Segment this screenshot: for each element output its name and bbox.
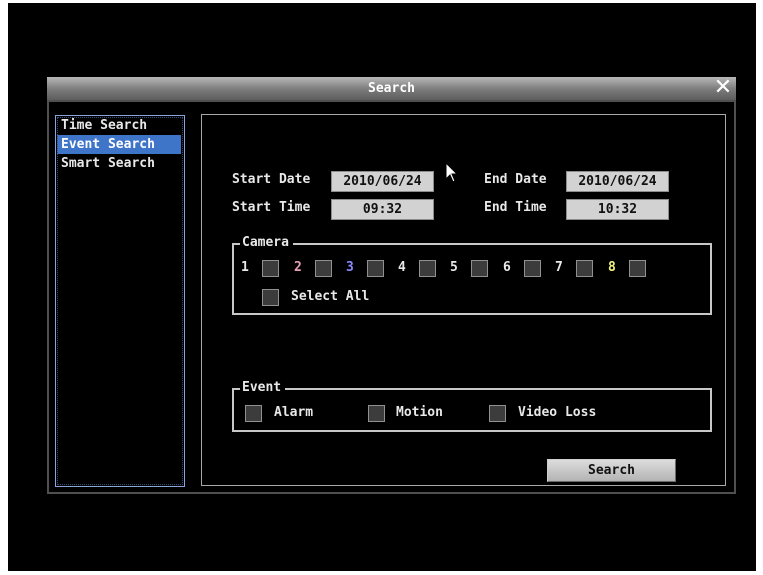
camera-5-label: 5 xyxy=(450,260,458,275)
event-group-title: Event xyxy=(240,380,286,396)
camera-6-checkbox[interactable] xyxy=(524,260,541,277)
camera-8-label: 8 xyxy=(608,260,616,275)
select-all-label: Select All xyxy=(291,289,370,304)
camera-group-title: Camera xyxy=(240,235,293,251)
camera-5-checkbox[interactable] xyxy=(471,260,488,277)
start-date-field[interactable]: 2010/06/24 xyxy=(331,171,434,192)
camera-group: Camera 1 2 3 4 5 6 7 8 Select All xyxy=(232,235,712,315)
end-date-field[interactable]: 2010/06/24 xyxy=(566,171,669,192)
start-date-label: Start Date xyxy=(232,172,311,187)
search-mode-list: Time Search Event Search Smart Search xyxy=(55,115,185,487)
close-icon[interactable]: ✕ xyxy=(713,76,733,100)
search-button-label: Search xyxy=(588,463,635,478)
event-search-panel: Start Date 2010/06/24 End Date 2010/06/2… xyxy=(201,114,726,486)
camera-4-checkbox[interactable] xyxy=(419,260,436,277)
video-loss-label: Video Loss xyxy=(518,405,597,420)
end-date-label: End Date xyxy=(484,172,547,187)
alarm-checkbox[interactable] xyxy=(245,405,262,422)
camera-3-label: 3 xyxy=(346,260,354,275)
sidebar-item-time-search[interactable]: Time Search xyxy=(57,116,181,135)
motion-label: Motion xyxy=(396,405,443,420)
sidebar-item-label: Time Search xyxy=(61,118,148,133)
sidebar-item-event-search[interactable]: Event Search xyxy=(57,135,181,154)
motion-checkbox[interactable] xyxy=(368,405,385,422)
alarm-label: Alarm xyxy=(274,405,314,420)
sidebar-item-label: Smart Search xyxy=(61,156,155,171)
camera-7-checkbox[interactable] xyxy=(576,260,593,277)
dialog-title: Search xyxy=(368,81,415,96)
camera-2-label: 2 xyxy=(294,260,302,275)
dialog-titlebar[interactable]: Search xyxy=(47,77,736,100)
camera-4-label: 4 xyxy=(398,260,406,275)
mouse-pointer-icon xyxy=(445,162,459,183)
camera-1-label: 1 xyxy=(241,260,249,275)
sidebar-item-label: Event Search xyxy=(61,137,155,152)
video-loss-checkbox[interactable] xyxy=(489,405,506,422)
camera-8-checkbox[interactable] xyxy=(629,260,646,277)
sidebar-item-smart-search[interactable]: Smart Search xyxy=(57,154,181,173)
camera-7-label: 7 xyxy=(555,260,563,275)
camera-2-checkbox[interactable] xyxy=(315,260,332,277)
end-time-field[interactable]: 10:32 xyxy=(566,199,669,220)
event-group: Event Alarm Motion Video Loss xyxy=(232,380,712,432)
select-all-checkbox[interactable] xyxy=(262,289,279,306)
start-time-field[interactable]: 09:32 xyxy=(331,199,434,220)
end-time-label: End Time xyxy=(484,200,547,215)
search-dialog: Search ✕ Time Search Event Search Smart … xyxy=(47,76,736,494)
camera-1-checkbox[interactable] xyxy=(262,260,279,277)
camera-6-label: 6 xyxy=(503,260,511,275)
camera-3-checkbox[interactable] xyxy=(367,260,384,277)
search-button[interactable]: Search xyxy=(547,459,676,482)
start-time-label: Start Time xyxy=(232,200,311,215)
